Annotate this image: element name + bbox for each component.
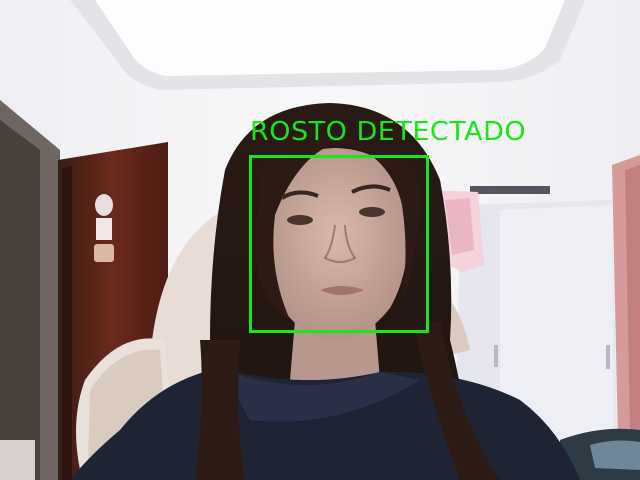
- face-detection-label: ROSTO DETECTADO: [250, 117, 527, 147]
- face-detection-box: [249, 155, 429, 333]
- camera-frame: ROSTO DETECTADO: [0, 0, 640, 480]
